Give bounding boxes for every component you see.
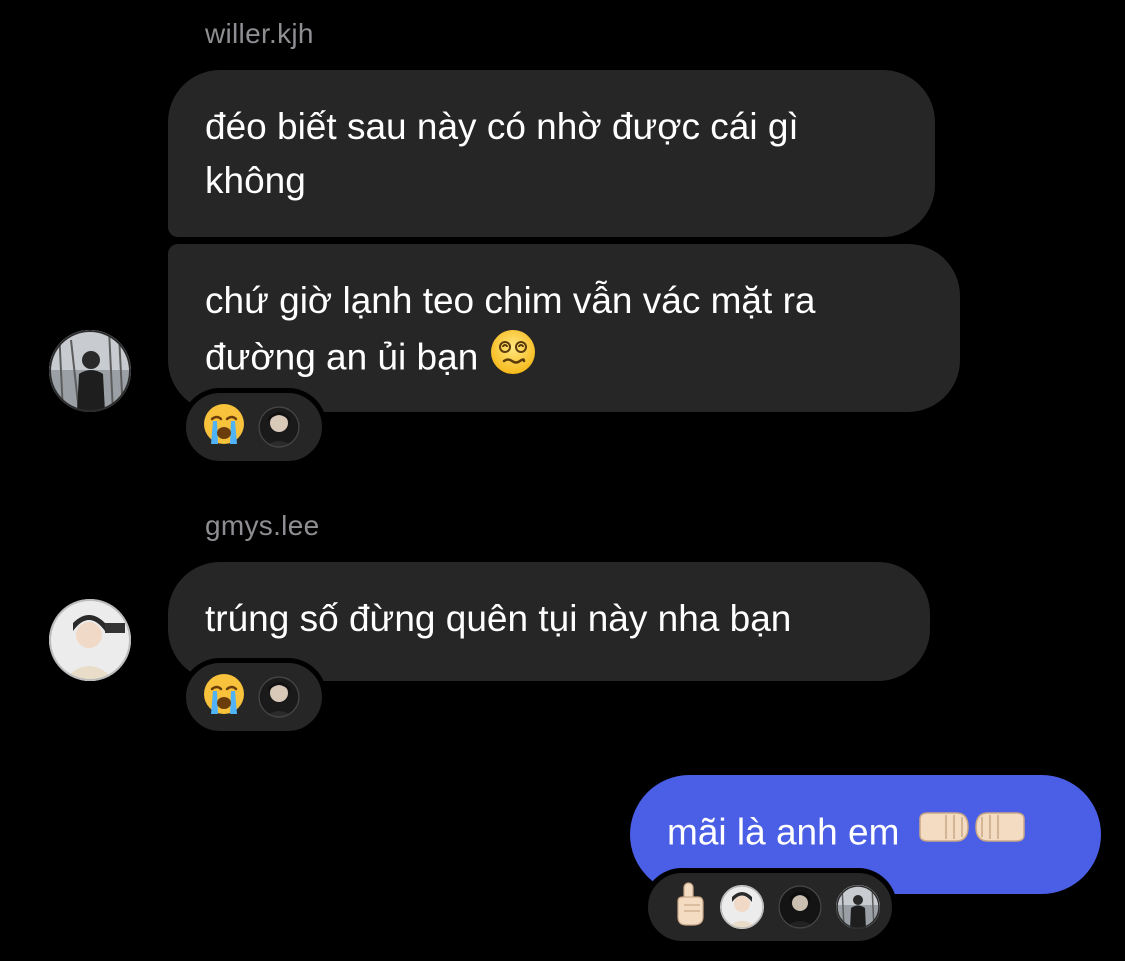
reactor-avatar[interactable] (836, 885, 880, 929)
avatar-gmys[interactable] (49, 599, 131, 681)
message-text: mãi là anh em (667, 811, 900, 853)
message-text: trúng số đừng quên tụi này nha bạn (205, 598, 792, 639)
pointing-up-hand-icon (672, 881, 706, 934)
message-text-line: đường an ủi bạn (205, 328, 923, 391)
message-text-line: không (205, 160, 306, 201)
message-text-line: chứ giờ lạnh teo chim vẫn vác mặt ra (205, 280, 816, 321)
loudly-crying-face-icon (202, 672, 246, 723)
sender-username[interactable]: willer.kjh (205, 18, 314, 50)
message-text-line: đéo biết sau này có nhờ được cái gì (205, 106, 799, 147)
reactor-avatar[interactable] (258, 676, 300, 718)
dizzy-face-emoji (489, 328, 537, 391)
sender-username[interactable]: gmys.lee (205, 510, 319, 542)
fist-bump-emoji (916, 805, 1028, 864)
loudly-crying-face-icon (202, 402, 246, 453)
avatar-willer[interactable] (49, 330, 131, 412)
reactor-avatar[interactable] (720, 885, 764, 929)
message-bubble[interactable]: đéo biết sau này có nhờ được cái gì khôn… (168, 70, 935, 237)
reactor-avatar[interactable] (258, 406, 300, 448)
reactor-avatar[interactable] (778, 885, 822, 929)
message-bubble[interactable]: chứ giờ lạnh teo chim vẫn vác mặt ra đườ… (168, 244, 960, 412)
reaction-pill[interactable] (643, 868, 897, 946)
reaction-pill[interactable] (181, 658, 327, 736)
reaction-pill[interactable] (181, 388, 327, 466)
